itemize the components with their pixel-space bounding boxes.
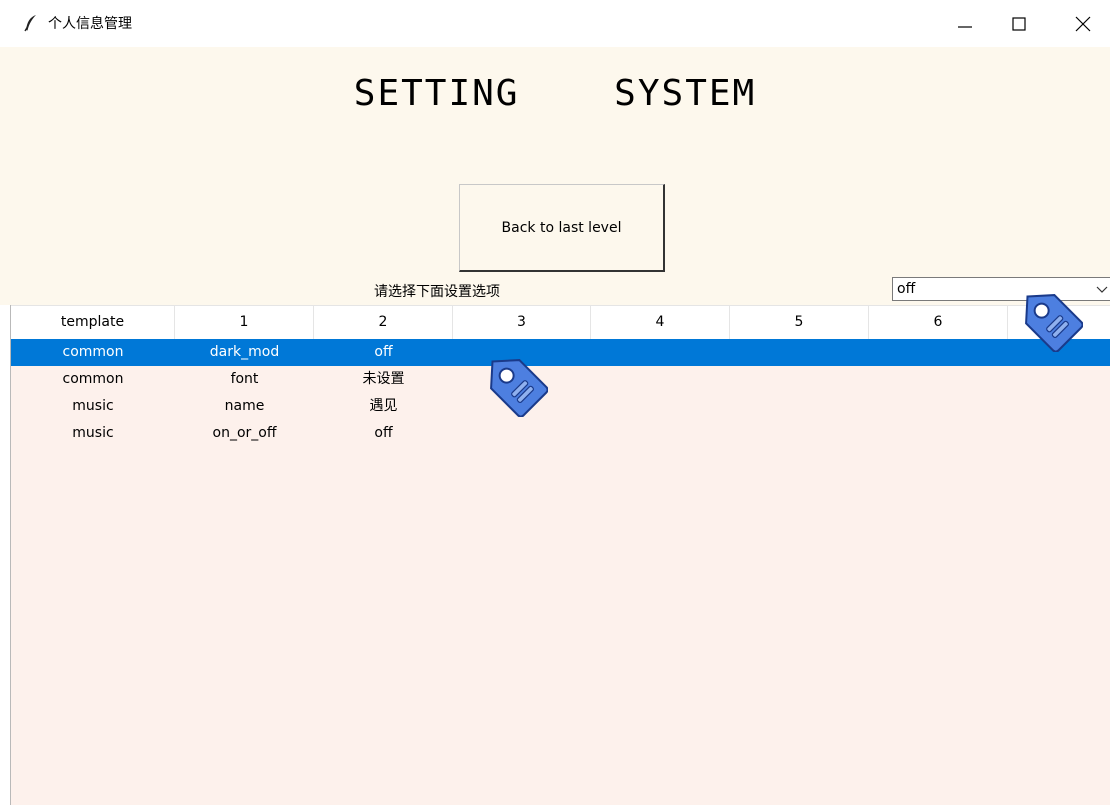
minimize-button[interactable]	[942, 0, 988, 47]
row-key-cell: font	[230, 371, 259, 387]
table-row[interactable]: music on_or_off off	[11, 420, 1110, 447]
column-header[interactable]: 6	[869, 306, 1008, 339]
table-row[interactable]: common font 未设置	[11, 366, 1110, 393]
table-row[interactable]: music name 遇见	[11, 393, 1110, 420]
row-template-cell: common	[62, 371, 124, 387]
row-template-cell: music	[72, 398, 114, 414]
row-key-cell: dark_mod	[209, 344, 280, 360]
tag-icon	[1025, 294, 1083, 352]
settings-table[interactable]: template 1 2 3 4 5 6 7 common dark_mod o…	[10, 305, 1110, 805]
close-button[interactable]	[1060, 0, 1106, 47]
back-button[interactable]: Back to last level	[459, 184, 665, 272]
maximize-icon	[1012, 17, 1026, 31]
row-template-cell: common	[62, 344, 124, 360]
column-header[interactable]: 4	[591, 306, 730, 339]
table-header: template 1 2 3 4 5 6 7	[11, 305, 1110, 340]
page-title: SETTING SYSTEM	[353, 73, 757, 114]
column-header[interactable]: 5	[730, 306, 869, 339]
row-template-cell: music	[72, 425, 114, 441]
close-icon	[1075, 16, 1091, 32]
feather-icon	[24, 15, 36, 32]
minimize-icon	[958, 26, 972, 28]
select-prompt-label: 请选择下面设置选项	[374, 284, 500, 300]
row-key-cell: on_or_off	[212, 425, 277, 441]
tag-icon	[490, 359, 548, 417]
row-value-cell: off	[374, 425, 393, 441]
row-value-cell: 遇见	[369, 398, 398, 414]
option-select-value: off	[897, 281, 916, 297]
column-header[interactable]: 1	[175, 306, 314, 339]
table-row[interactable]: common dark_mod off	[11, 339, 1110, 366]
column-header[interactable]: 3	[453, 306, 591, 339]
title-bar: 个人信息管理	[0, 0, 1110, 47]
row-value-cell: off	[374, 344, 393, 360]
column-header[interactable]: 2	[314, 306, 453, 339]
column-header[interactable]: template	[11, 306, 175, 339]
window-title: 个人信息管理	[48, 16, 132, 32]
maximize-button[interactable]	[996, 0, 1042, 47]
row-key-cell: name	[224, 398, 265, 414]
chevron-down-icon[interactable]	[1096, 286, 1108, 294]
row-value-cell: 未设置	[362, 371, 405, 387]
